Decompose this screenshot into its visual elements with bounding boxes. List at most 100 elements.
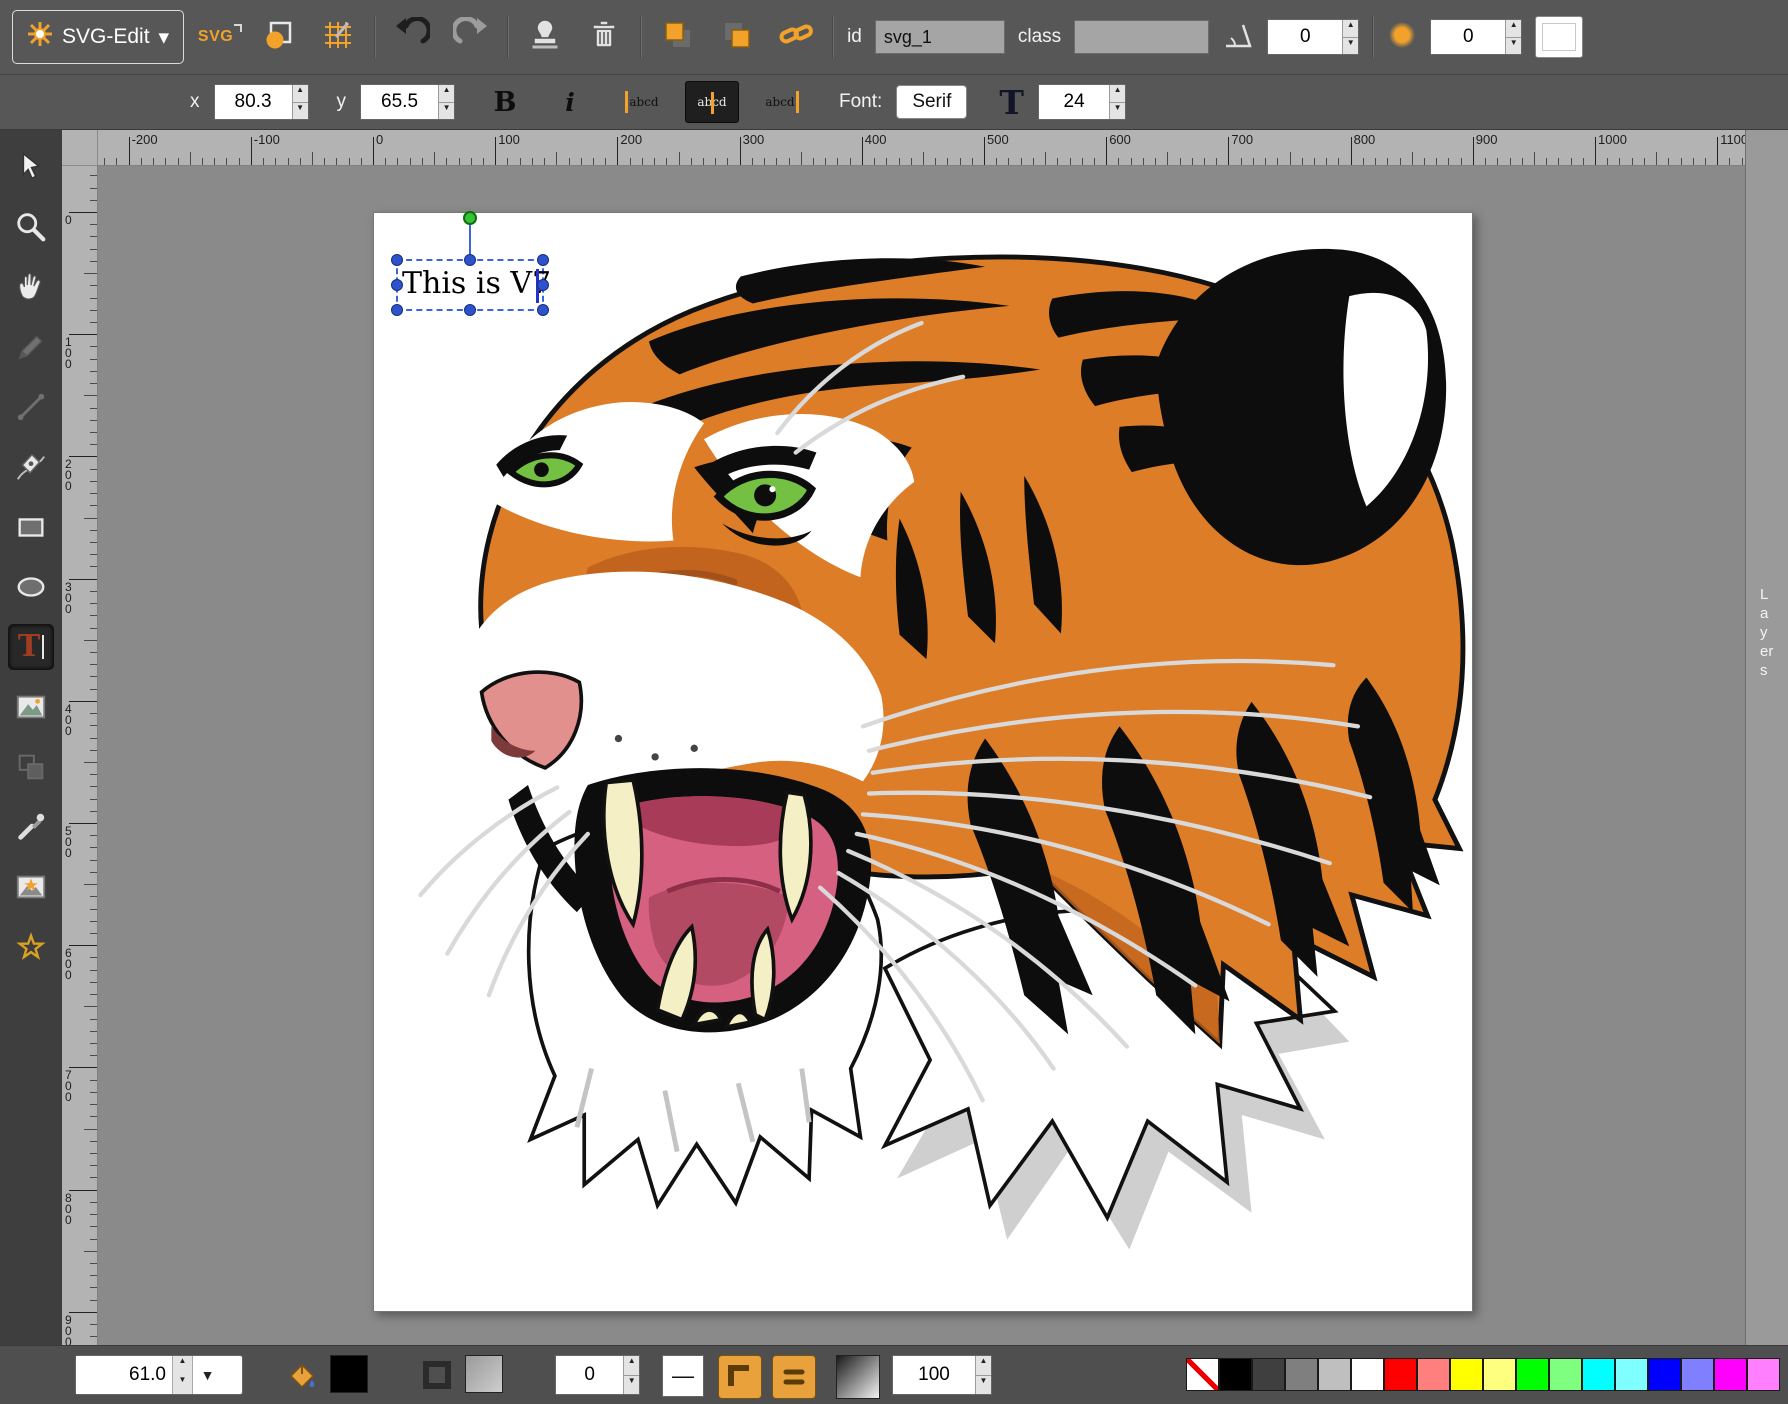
font-family-button[interactable]: Serif	[896, 85, 967, 119]
tool-ellipse-button[interactable]	[8, 564, 54, 610]
editor-preferences-button[interactable]	[315, 14, 361, 60]
selection-handle-se[interactable]	[537, 304, 549, 316]
ruler-tick	[1008, 158, 1009, 165]
selection-handle-w[interactable]	[391, 279, 403, 291]
tool-star-button[interactable]	[8, 924, 54, 970]
ruler-tick	[385, 158, 386, 165]
bold-button[interactable]: B	[485, 87, 525, 118]
svg-canvas-page[interactable]: This is V7	[373, 212, 1473, 1312]
tool-line-button[interactable]	[8, 384, 54, 430]
element-id-input[interactable]	[875, 20, 1005, 54]
palette-swatch[interactable]	[1549, 1358, 1582, 1391]
canvas-workspace[interactable]: This is V7	[98, 166, 1745, 1345]
opacity-spin-up[interactable]: ▲	[976, 1356, 991, 1376]
palette-swatch[interactable]	[1351, 1358, 1384, 1391]
palette-swatch[interactable]	[1615, 1358, 1648, 1391]
selection-handle-n[interactable]	[464, 254, 476, 266]
tool-shape-library-button[interactable]	[8, 864, 54, 910]
palette-swatch[interactable]	[1747, 1358, 1780, 1391]
zoom-dropdown-caret[interactable]: ▼	[192, 1356, 222, 1394]
redo-button[interactable]	[448, 14, 494, 60]
rotation-handle[interactable]	[463, 211, 477, 225]
font-size-spin-up[interactable]: ▲	[1110, 85, 1125, 103]
palette-swatch[interactable]	[1714, 1358, 1747, 1391]
y-spin-up[interactable]: ▲	[439, 85, 454, 103]
tool-text-button[interactable]: T	[8, 624, 54, 670]
italic-button[interactable]: i	[553, 88, 587, 117]
y-input[interactable]	[361, 85, 438, 119]
text-anchor-start-button[interactable]: abcd	[617, 81, 671, 123]
selected-text-element[interactable]: This is V7	[402, 266, 551, 301]
tool-rect-button[interactable]	[8, 504, 54, 550]
zoom-spin-up[interactable]: ▲	[173, 1356, 192, 1375]
element-class-input[interactable]	[1074, 20, 1209, 54]
stroke-dash-button[interactable]: —	[662, 1355, 704, 1397]
selection-handle-nw[interactable]	[391, 254, 403, 266]
clone-button[interactable]	[522, 14, 568, 60]
tool-path-button[interactable]	[8, 444, 54, 490]
svg-source-button[interactable]: SVG	[197, 14, 243, 60]
palette-swatch[interactable]	[1252, 1358, 1285, 1391]
main-menu-button[interactable]: SVG-Edit ▾	[12, 10, 184, 64]
selection-handle-sw[interactable]	[391, 304, 403, 316]
angle-spin-down[interactable]: ▼	[1343, 38, 1358, 55]
make-link-button[interactable]	[773, 14, 819, 60]
tool-image-button[interactable]	[8, 684, 54, 730]
delete-button[interactable]	[581, 14, 627, 60]
zoom-spin-down[interactable]: ▼	[173, 1375, 192, 1394]
selection-handle-ne[interactable]	[537, 254, 549, 266]
x-input[interactable]	[215, 85, 292, 119]
tool-pencil-button[interactable]	[8, 324, 54, 370]
angle-input[interactable]	[1268, 20, 1342, 54]
palette-swatch[interactable]	[1219, 1358, 1252, 1391]
stroke-width-spin-down[interactable]: ▼	[624, 1376, 639, 1395]
tool-eyedropper-button[interactable]	[8, 804, 54, 850]
tool-clone-button[interactable]	[8, 744, 54, 790]
opacity-gradient-swatch[interactable]	[836, 1355, 880, 1399]
tool-zoom-button[interactable]	[8, 204, 54, 250]
editor-background-button[interactable]	[1535, 16, 1583, 58]
selection-handle-e[interactable]	[537, 279, 549, 291]
blur-spin-down[interactable]: ▼	[1506, 38, 1521, 55]
fill-color-swatch[interactable]	[330, 1355, 368, 1393]
opacity-input[interactable]	[893, 1356, 975, 1394]
angle-spin-up[interactable]: ▲	[1343, 20, 1358, 38]
stroke-linejoin-button[interactable]	[718, 1355, 762, 1399]
palette-swatch[interactable]	[1483, 1358, 1516, 1391]
y-spin-down[interactable]: ▼	[439, 103, 454, 120]
undo-button[interactable]	[389, 14, 435, 60]
stroke-color-swatch[interactable]	[465, 1355, 503, 1393]
zoom-input[interactable]	[76, 1356, 172, 1394]
palette-swatch[interactable]	[1285, 1358, 1318, 1391]
stroke-width-input[interactable]	[556, 1356, 623, 1394]
palette-swatch[interactable]	[1384, 1358, 1417, 1391]
palette-swatch[interactable]	[1186, 1358, 1219, 1391]
tool-select-button[interactable]	[8, 144, 54, 190]
font-size-input[interactable]	[1039, 85, 1109, 119]
layers-panel-flap[interactable]: Layers	[1745, 130, 1788, 1345]
palette-swatch[interactable]	[1582, 1358, 1615, 1391]
palette-swatch[interactable]	[1450, 1358, 1483, 1391]
text-anchor-end-button[interactable]: abcd	[753, 81, 807, 123]
move-to-top-button[interactable]	[714, 14, 760, 60]
font-size-spin-down[interactable]: ▼	[1110, 103, 1125, 120]
selection-box[interactable]: This is V7	[396, 259, 544, 311]
blur-spin-up[interactable]: ▲	[1506, 20, 1521, 38]
x-spin-down[interactable]: ▼	[293, 103, 308, 120]
document-properties-button[interactable]	[256, 14, 302, 60]
stroke-width-spin-up[interactable]: ▲	[624, 1356, 639, 1376]
opacity-spin-down[interactable]: ▼	[976, 1376, 991, 1395]
text-anchor-middle-button[interactable]: abcd	[685, 81, 739, 123]
palette-swatch[interactable]	[1681, 1358, 1714, 1391]
ruler-tick	[581, 158, 582, 165]
move-to-bottom-button[interactable]	[655, 14, 701, 60]
palette-swatch[interactable]	[1417, 1358, 1450, 1391]
selection-handle-s[interactable]	[464, 304, 476, 316]
stroke-linecap-button[interactable]	[772, 1355, 816, 1399]
palette-swatch[interactable]	[1648, 1358, 1681, 1391]
palette-swatch[interactable]	[1318, 1358, 1351, 1391]
tool-pan-button[interactable]	[8, 264, 54, 310]
x-spin-up[interactable]: ▲	[293, 85, 308, 103]
palette-swatch[interactable]	[1516, 1358, 1549, 1391]
blur-input[interactable]	[1431, 20, 1505, 54]
